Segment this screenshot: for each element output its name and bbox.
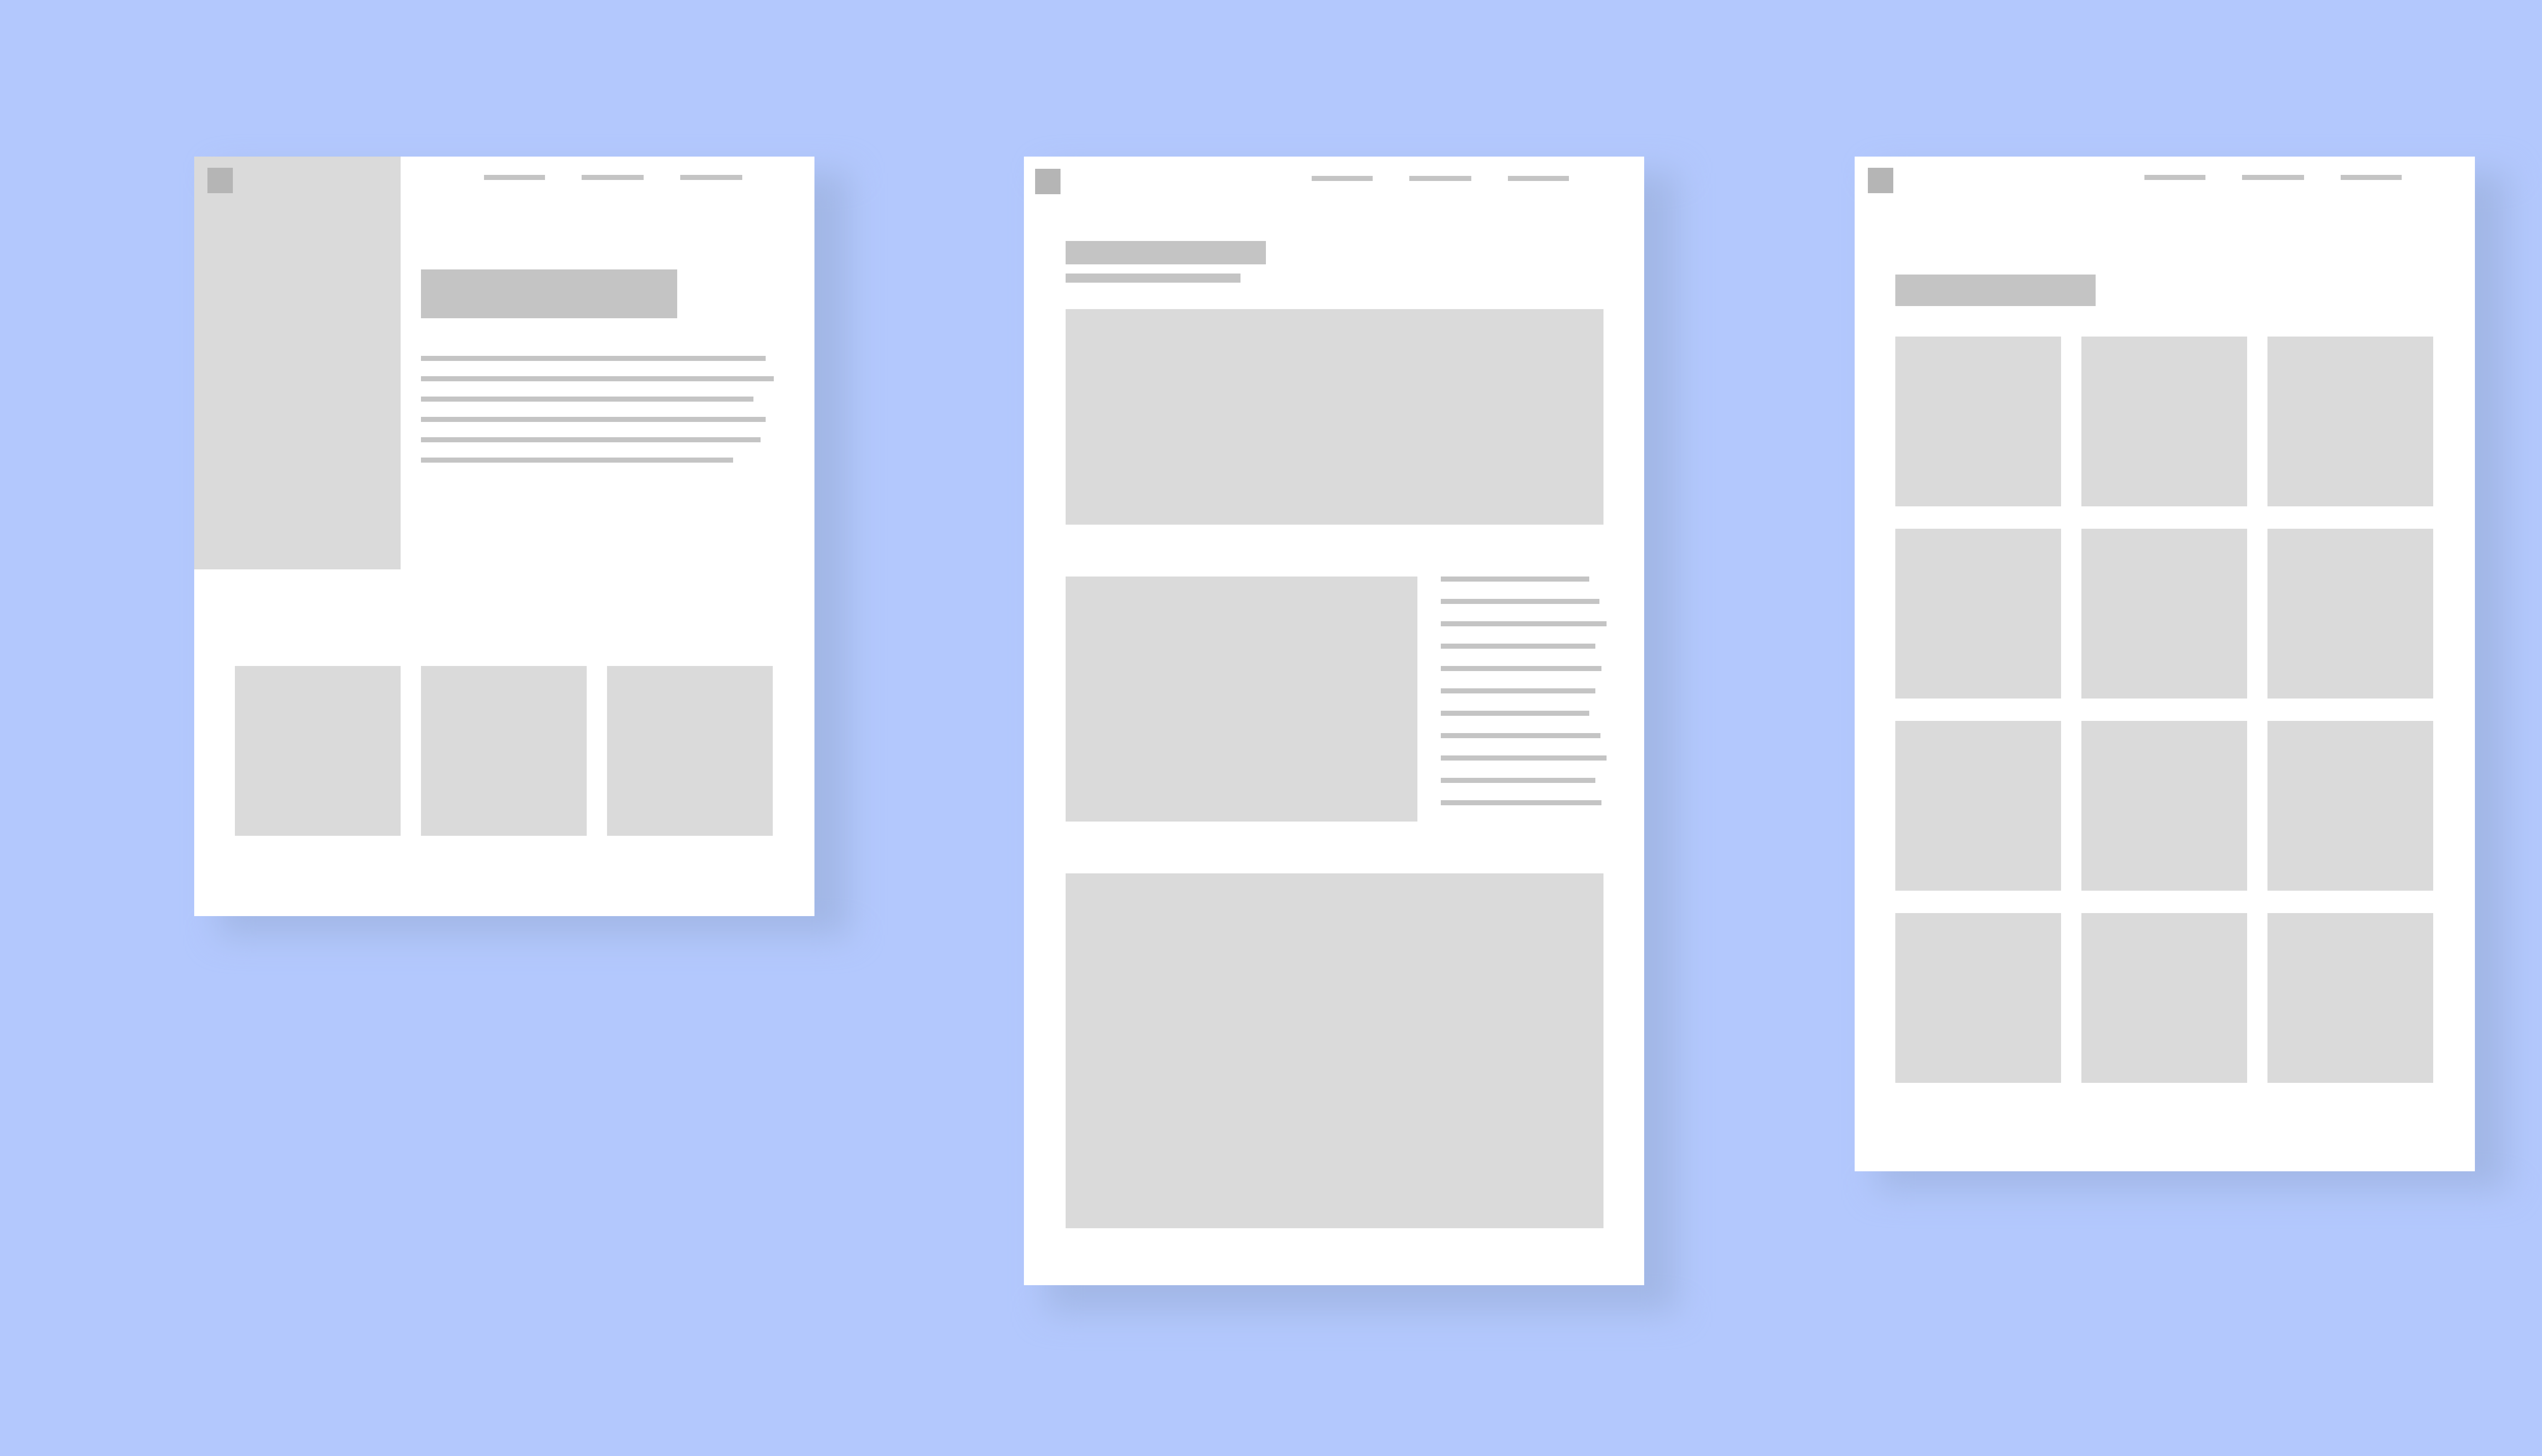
paragraph-line xyxy=(1441,644,1595,649)
logo-placeholder xyxy=(1035,169,1061,194)
nav-item-2 xyxy=(582,175,644,180)
paragraph-line xyxy=(1441,688,1595,693)
paragraph-line xyxy=(421,376,774,381)
logo-placeholder xyxy=(207,168,233,193)
paragraph-line xyxy=(1441,711,1589,716)
hero-image xyxy=(1066,309,1603,525)
paragraph-line xyxy=(1441,666,1601,671)
nav-item-2 xyxy=(2242,175,2304,180)
sidebar-hero-image xyxy=(194,157,401,569)
paragraph-line xyxy=(421,417,766,422)
paragraph-line xyxy=(1441,599,1599,604)
nav-item-1 xyxy=(2144,175,2205,180)
paragraph-line xyxy=(1441,800,1601,805)
paragraph-line xyxy=(421,397,753,402)
wireframe-canvas xyxy=(0,0,2542,1456)
nav-item-3 xyxy=(1508,176,1569,181)
paragraph-line xyxy=(1441,755,1607,761)
footer-image xyxy=(1066,873,1603,1228)
subtitle-placeholder xyxy=(1066,274,1240,283)
grid-image xyxy=(2081,337,2247,506)
nav-item-1 xyxy=(1312,176,1373,181)
paragraph-line xyxy=(1441,577,1589,582)
nav-item-3 xyxy=(680,175,742,180)
grid-image xyxy=(1895,529,2061,699)
paragraph-line xyxy=(1441,778,1595,783)
grid-image xyxy=(1895,913,2061,1083)
card-image xyxy=(235,666,401,836)
card-image xyxy=(421,666,587,836)
paragraph-line xyxy=(421,356,766,361)
content-image xyxy=(1066,577,1417,822)
heading-placeholder xyxy=(421,269,677,318)
wireframe-page-sidebar-layout xyxy=(194,157,814,916)
nav-item-1 xyxy=(484,175,545,180)
grid-image xyxy=(1895,337,2061,506)
title-placeholder xyxy=(1066,241,1266,264)
card-image xyxy=(607,666,773,836)
nav-item-3 xyxy=(2341,175,2402,180)
grid-image xyxy=(2267,721,2433,891)
logo-placeholder xyxy=(1868,168,1893,193)
grid-image xyxy=(2081,529,2247,699)
grid-image xyxy=(2267,337,2433,506)
nav-item-2 xyxy=(1409,176,1471,181)
paragraph-line xyxy=(421,437,761,442)
grid-image xyxy=(2081,913,2247,1083)
grid-image xyxy=(1895,721,2061,891)
paragraph-line xyxy=(1441,733,1600,738)
paragraph-line xyxy=(421,458,733,463)
wireframe-page-grid-layout xyxy=(1855,157,2475,1171)
wireframe-page-article-layout xyxy=(1024,157,1644,1285)
paragraph-line xyxy=(1441,621,1607,626)
heading-placeholder xyxy=(1895,275,2096,306)
grid-image xyxy=(2267,529,2433,699)
grid-image xyxy=(2081,721,2247,891)
grid-image xyxy=(2267,913,2433,1083)
